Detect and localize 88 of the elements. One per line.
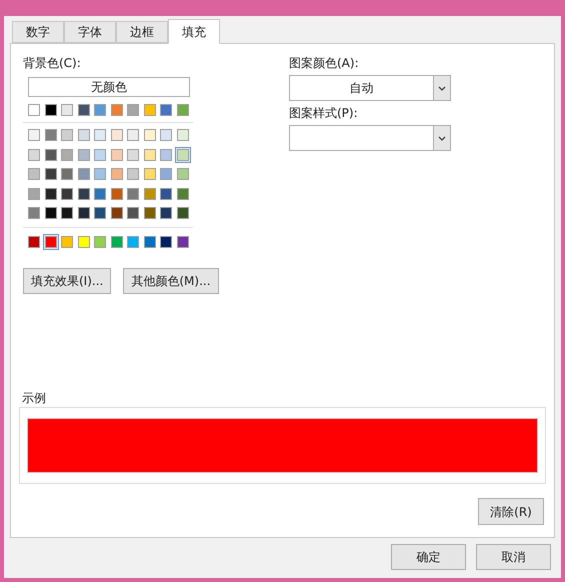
color-swatch[interactable] <box>59 146 75 162</box>
color-swatch[interactable] <box>108 127 124 143</box>
dialog-button[interactable]: 取消 <box>476 544 551 570</box>
color-swatch[interactable] <box>125 234 141 250</box>
color-swatch[interactable] <box>125 205 141 221</box>
color-swatch[interactable] <box>92 234 108 250</box>
color-swatch[interactable] <box>108 205 124 221</box>
color-swatch[interactable] <box>59 186 75 202</box>
color-swatch[interactable] <box>92 146 108 162</box>
color-swatch[interactable] <box>59 127 75 143</box>
dialog-button[interactable]: 填充效果(I)... <box>23 268 112 294</box>
color-swatch[interactable] <box>76 166 92 182</box>
color-swatch[interactable] <box>142 166 158 182</box>
color-swatch[interactable] <box>142 146 158 162</box>
color-swatch[interactable] <box>59 166 75 182</box>
color-swatch[interactable] <box>76 102 92 118</box>
color-swatch[interactable] <box>125 127 141 143</box>
color-swatch[interactable] <box>174 234 190 250</box>
color-swatch[interactable] <box>174 146 190 162</box>
color-swatch[interactable] <box>158 186 174 202</box>
color-swatch[interactable] <box>174 127 190 143</box>
color-swatch[interactable] <box>92 166 108 182</box>
clear-button[interactable]: 清除(R) <box>478 498 544 525</box>
color-swatch[interactable] <box>142 186 158 202</box>
color-swatch[interactable] <box>92 127 108 143</box>
color-swatch[interactable] <box>158 127 174 143</box>
color-swatch[interactable] <box>108 166 124 182</box>
color-swatch[interactable] <box>142 127 158 143</box>
color-swatch[interactable] <box>142 205 158 221</box>
color-swatch[interactable] <box>26 234 42 250</box>
color-swatch[interactable] <box>125 146 141 162</box>
color-swatch[interactable] <box>76 146 92 162</box>
color-swatch[interactable] <box>59 205 75 221</box>
color-swatch[interactable] <box>26 186 42 202</box>
color-swatch[interactable] <box>92 205 108 221</box>
dialog-button[interactable]: 其他颜色(M)... <box>123 268 219 294</box>
pattern-style-dropdown[interactable] <box>289 125 451 151</box>
color-swatch[interactable] <box>59 102 75 118</box>
tab[interactable]: 字体 <box>64 21 116 43</box>
color-swatch[interactable] <box>108 186 124 202</box>
color-swatch[interactable] <box>158 146 174 162</box>
color-swatch[interactable] <box>26 102 42 118</box>
color-swatch[interactable] <box>125 166 141 182</box>
color-swatch[interactable] <box>42 146 58 162</box>
color-swatch[interactable] <box>158 205 174 221</box>
color-swatch[interactable] <box>158 166 174 182</box>
color-swatch[interactable] <box>108 234 124 250</box>
color-swatch[interactable] <box>26 127 42 143</box>
color-swatch[interactable] <box>174 102 190 118</box>
color-swatch[interactable] <box>142 102 158 118</box>
color-swatch[interactable] <box>26 146 42 162</box>
color-swatch[interactable] <box>142 234 158 250</box>
color-swatch[interactable] <box>42 234 58 250</box>
color-swatch[interactable] <box>26 166 42 182</box>
color-swatch[interactable] <box>158 234 174 250</box>
tab[interactable]: 边框 <box>116 21 168 43</box>
tab[interactable]: 填充 <box>168 19 220 44</box>
chevron-down-icon <box>438 136 446 140</box>
color-swatch[interactable] <box>26 205 42 221</box>
color-swatch[interactable] <box>174 205 190 221</box>
color-swatch[interactable] <box>42 205 58 221</box>
color-swatch[interactable] <box>108 102 124 118</box>
group-label: 示例 <box>22 390 47 407</box>
color-swatch[interactable] <box>92 186 108 202</box>
pattern-color-dropdown[interactable]: 自动 <box>289 75 451 101</box>
chevron-down-icon <box>438 86 446 90</box>
color-swatch[interactable] <box>42 102 58 118</box>
color-swatch[interactable] <box>125 102 141 118</box>
color-swatch[interactable] <box>76 186 92 202</box>
color-swatch[interactable] <box>92 102 108 118</box>
color-swatch[interactable] <box>42 166 58 182</box>
dialog-button[interactable]: 确定 <box>391 544 466 570</box>
field-label: 图案颜色(A): <box>289 55 360 72</box>
color-swatch[interactable] <box>59 234 75 250</box>
color-swatch[interactable] <box>76 205 92 221</box>
color-swatch[interactable] <box>76 127 92 143</box>
color-swatch[interactable] <box>174 166 190 182</box>
color-swatch[interactable] <box>158 102 174 118</box>
field-label: 图案样式(P): <box>289 105 359 122</box>
field-label: 背景色(C): <box>23 55 82 72</box>
tab[interactable]: 数字 <box>12 21 64 43</box>
color-swatch[interactable] <box>108 146 124 162</box>
color-swatch[interactable] <box>42 186 58 202</box>
color-swatch[interactable] <box>125 186 141 202</box>
no-color-button[interactable]: 无颜色 <box>28 77 190 97</box>
color-swatch[interactable] <box>76 234 92 250</box>
color-swatch[interactable] <box>174 186 190 202</box>
color-swatch[interactable] <box>42 127 58 143</box>
